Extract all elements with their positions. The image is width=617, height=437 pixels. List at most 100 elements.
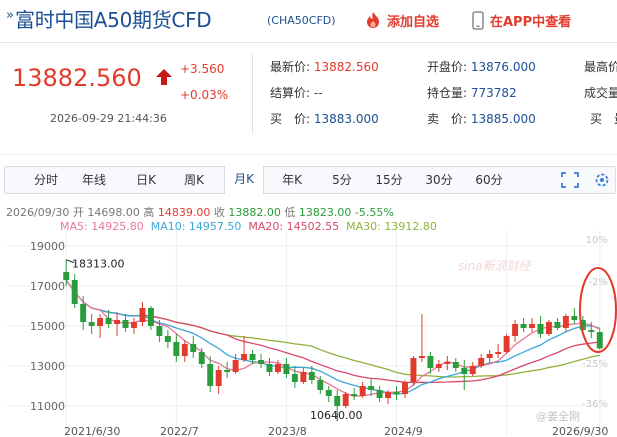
candle-body	[452, 362, 459, 368]
field-latest: 最新价: 13882.560	[270, 60, 379, 74]
min-value-label: 10640.00	[310, 409, 363, 422]
candle-body	[537, 324, 544, 334]
candle-body	[588, 330, 595, 332]
title-bar: » 富时中国A50期货CFD (CHA50CFD) 添加自选 在APP中查看	[0, 0, 617, 42]
candle-body	[402, 382, 408, 394]
field-volume: 成交量	[584, 86, 617, 100]
candle-body	[529, 324, 535, 328]
candle-body	[97, 318, 104, 326]
candle-body	[190, 344, 197, 352]
candle-body	[427, 356, 434, 368]
tab-yearly-line[interactable]: 年线	[75, 167, 113, 193]
fullscreen-icon[interactable]	[561, 172, 579, 188]
field-bid-volume: 买 量	[590, 112, 617, 126]
candle-body	[545, 322, 552, 334]
ma20-line	[65, 279, 600, 384]
y-right-tick-label: -2%	[589, 277, 608, 288]
candle-body	[495, 352, 502, 354]
y-tick-label: 15000	[30, 320, 65, 333]
candle-body	[342, 394, 349, 406]
candle-body	[435, 364, 442, 368]
candle-body	[266, 364, 273, 372]
candle-body	[554, 322, 561, 328]
flame-icon	[367, 12, 379, 28]
candle-body	[410, 358, 417, 382]
candle-body	[300, 372, 307, 382]
watermark: sina新浪财经	[458, 259, 533, 273]
x-tick-label: 2026/9/30	[552, 425, 608, 437]
candle-body	[241, 354, 248, 360]
candle-body	[131, 322, 137, 328]
field-bid: 买 价: 13883.000	[270, 112, 379, 126]
candle-body	[71, 280, 78, 304]
candle-body	[181, 344, 188, 356]
candle-body	[147, 308, 154, 326]
candle-body	[139, 308, 146, 322]
candlestick-chart[interactable]: 19000 17000 15000 13000 11000 10% -2% -25% -36% s…	[0, 230, 617, 437]
candle-body	[105, 318, 112, 324]
candle-body	[512, 324, 519, 336]
ma5-line	[65, 279, 601, 398]
y-right-tick-label: 10%	[586, 235, 608, 246]
candle-body	[486, 354, 493, 358]
candle-body	[308, 372, 315, 380]
candle-body	[88, 322, 95, 326]
x-tick-label: 2023/8	[268, 425, 307, 437]
chart-ohlc-info: 2026/09/30 开 14698.00 高 14839.00 收 13882…	[6, 206, 394, 219]
arrow-up-icon	[156, 69, 172, 85]
field-open-interest: 持仓量: 773782	[427, 86, 517, 100]
candle-body	[164, 336, 171, 342]
tab-intraday[interactable]: 分时	[27, 167, 65, 193]
max-value-label: 18313.00	[72, 258, 125, 271]
tab-monthly-k[interactable]: 月K	[224, 166, 264, 194]
instrument-code: (CHA50CFD)	[267, 14, 336, 27]
field-open: 开盘价: 13876.000	[427, 60, 536, 74]
candle-body	[198, 352, 205, 364]
ma30-line	[65, 279, 600, 378]
chevron-icon: »	[6, 8, 14, 23]
candle-body	[334, 396, 341, 406]
candle-body	[359, 386, 366, 396]
add-favorite-button[interactable]: 添加自选	[364, 10, 439, 30]
candle-body	[503, 336, 510, 352]
price-change-percent: +0.03%	[180, 88, 229, 102]
view-in-app-button[interactable]: 在APP中查看	[472, 10, 571, 30]
add-favorite-label: 添加自选	[387, 14, 440, 30]
field-high: 最高价	[584, 60, 617, 74]
candle-body	[258, 360, 264, 364]
candle-body	[520, 324, 527, 328]
x-tick-label: 2021/6/30	[64, 425, 120, 437]
candle-body	[215, 370, 222, 386]
price-change: +3.560	[180, 62, 225, 76]
tab-weekly-k[interactable]: 周K	[175, 167, 213, 193]
tab-30min[interactable]: 30分	[419, 167, 459, 193]
divider	[252, 54, 253, 134]
x-tick-label: 2022/7	[160, 425, 199, 437]
tab-daily-k[interactable]: 日K	[127, 167, 165, 193]
candle-body	[274, 364, 281, 372]
settings-icon[interactable]	[593, 171, 611, 189]
candle-body	[351, 394, 358, 396]
view-in-app-label: 在APP中查看	[490, 14, 572, 30]
candle-body	[444, 362, 451, 364]
last-price: 13882.560	[12, 64, 142, 92]
divider	[0, 154, 617, 155]
candle-body	[571, 316, 578, 320]
tab-15min[interactable]: 15分	[369, 167, 409, 193]
y-right-tick-label: -25%	[582, 359, 608, 370]
candle-body	[461, 368, 468, 374]
tab-5min[interactable]: 5分	[323, 167, 361, 193]
candle-body	[122, 320, 129, 328]
x-tick-label: 2024/9	[384, 425, 423, 437]
tab-yearly-k[interactable]: 年K	[273, 167, 311, 193]
candle-body	[596, 332, 603, 349]
tab-60min[interactable]: 60分	[469, 167, 509, 193]
ma10-line	[65, 279, 600, 395]
candle-body	[207, 364, 214, 386]
candle-body	[291, 374, 298, 382]
y-tick-label: 19000	[30, 240, 65, 253]
candle-body	[385, 392, 392, 398]
candle-body	[418, 356, 425, 358]
period-tab-bar: 分时 年线 日K 周K 月K 年K 5分 15分 30分 60分	[4, 166, 616, 194]
candle-body	[232, 360, 239, 372]
